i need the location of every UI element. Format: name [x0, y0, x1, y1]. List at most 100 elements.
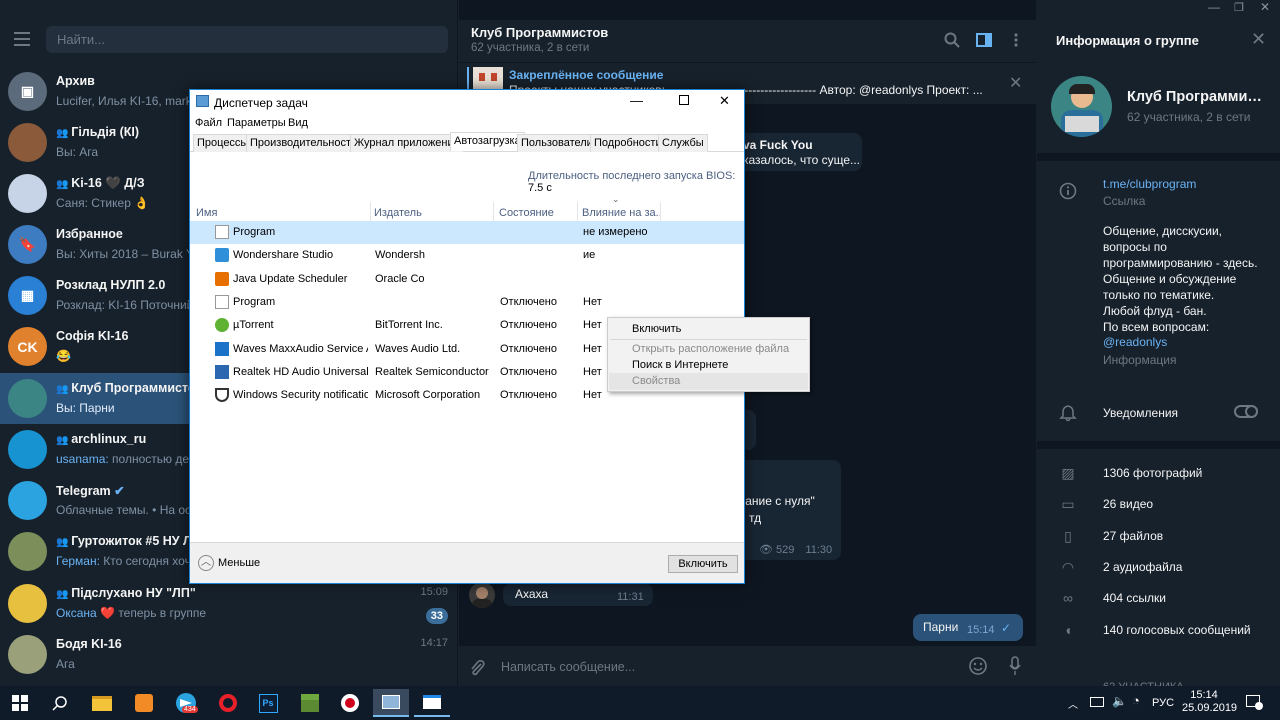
app-window-icon[interactable] [414, 689, 450, 717]
task-manager-titlebar[interactable]: Диспетчер задач — ✕ [190, 90, 744, 114]
telegram-icon[interactable]: 434 [168, 689, 204, 717]
media-item[interactable]: 2 аудиофайла [1103, 560, 1182, 574]
close-icon[interactable]: ✕ [1251, 29, 1266, 50]
search-input[interactable]: Найти... [46, 26, 448, 53]
emoji-icon[interactable] [969, 657, 987, 675]
opera-icon[interactable] [210, 689, 246, 717]
column-name[interactable]: Имя [193, 202, 371, 222]
message-bubble-outgoing[interactable]: Парни 15:14 ✓ [913, 614, 1023, 641]
chat-name: 👥 Гуртожиток #5 НУ ЛП [56, 534, 201, 548]
desktop: Найти... ▣ Архив Lucifer, Илья KI-16, mark… [0, 0, 1280, 720]
description-line: только по тематике. [1103, 288, 1215, 302]
startup-row[interactable]: Java Update Scheduler Oracle Co [190, 268, 744, 291]
group-name: Клуб Программистов [1127, 89, 1267, 105]
chevron-up-icon[interactable]: ︿ [1068, 696, 1078, 711]
media-item[interactable]: 27 файлов [1103, 529, 1163, 543]
message-bubble[interactable]: Ахаха 11:31 [503, 584, 653, 606]
cell-state: Отключено [500, 342, 557, 355]
avatar[interactable] [469, 582, 495, 608]
enable-button[interactable]: Включить [668, 555, 738, 573]
waves-icon [215, 341, 229, 356]
start-icon[interactable] [2, 689, 38, 717]
group-link[interactable]: t.me/clubprogram [1103, 177, 1196, 191]
menu-item[interactable]: Файл [195, 117, 222, 129]
media-item[interactable]: 1306 фотографий [1103, 466, 1202, 480]
tab-0[interactable]: Процессы [193, 134, 253, 152]
tab-1[interactable]: Производительность [246, 134, 361, 152]
search-icon[interactable] [42, 689, 78, 717]
wifi-icon[interactable]: ◔ [1132, 693, 1140, 708]
media-item[interactable]: 140 голосовых сообщений [1103, 623, 1251, 637]
message-bubble[interactable]: va Fuck You казалось, что суще... [729, 133, 862, 171]
chat-item[interactable]: Бодя KI-16 Ага 14:17 [0, 629, 457, 680]
attach-icon[interactable] [469, 658, 485, 676]
description-handle-link[interactable]: @readonlys [1103, 335, 1167, 349]
tab-2[interactable]: Журнал приложений [350, 134, 464, 152]
context-open-location[interactable]: Открыть расположение файла [632, 343, 789, 355]
window-controls: — ❐ ✕ [1200, 0, 1280, 20]
message-input[interactable]: Написать сообщение... [501, 660, 635, 674]
context-search-web[interactable]: Поиск в Интернете [632, 359, 728, 371]
media-item[interactable]: 404 ссылки [1103, 591, 1166, 605]
menu-item[interactable]: Вид [288, 117, 308, 129]
photo-icon: ▨ [1061, 465, 1075, 481]
maximize-icon[interactable]: ❐ [1234, 1, 1244, 14]
search-icon[interactable] [944, 32, 960, 48]
chat-last-message: Ага [56, 657, 75, 671]
tab-6[interactable]: Службы [658, 134, 708, 152]
column-status[interactable]: Состояние [496, 202, 578, 222]
file-explorer-icon[interactable] [84, 689, 120, 717]
minecraft-icon[interactable] [292, 689, 328, 717]
chevron-up-icon[interactable]: ︿ [198, 555, 214, 571]
close-window-icon[interactable]: ✕ [1260, 0, 1270, 14]
close-icon[interactable]: ✕ [719, 93, 730, 109]
context-enable[interactable]: Включить [632, 323, 681, 335]
notification-center-icon[interactable] [1246, 695, 1263, 710]
chat-title[interactable]: Клуб Программистов [471, 25, 608, 40]
chat-time: 15:09 [420, 586, 448, 598]
description-line: Общение и обсуждение [1103, 272, 1237, 286]
startup-row[interactable]: Wondershare Studio Wondersh ие [190, 244, 744, 267]
photoshop-icon[interactable]: Ps [250, 689, 286, 717]
close-icon[interactable]: ✕ [1009, 73, 1022, 93]
sublime-text-icon[interactable] [126, 689, 162, 717]
language-indicator[interactable]: РУС [1152, 697, 1174, 709]
startup-row[interactable]: Program не измерено [190, 221, 744, 244]
chat-last-message: Lucifer, Илья KI-16, mark s [56, 94, 202, 108]
chat-item[interactable]: 👥 Підслухано НУ "ЛП" Оксана ❤️ теперь в г… [0, 578, 457, 629]
doc-icon [215, 225, 229, 239]
cell-publisher: Wondersh [375, 249, 425, 262]
sidebar-toggle-icon[interactable] [976, 32, 992, 48]
group-avatar[interactable] [1051, 76, 1112, 137]
minimize-icon[interactable]: — [630, 93, 643, 108]
minimize-icon[interactable]: — [1208, 0, 1220, 14]
menu-item[interactable]: Параметры [227, 117, 286, 129]
message-time: 11:30 [805, 544, 833, 556]
column-publisher[interactable]: Издатель [371, 202, 494, 222]
microphone-icon[interactable] [1009, 656, 1021, 676]
task-manager-window: Диспетчер задач — ✕ Файл Параметры Вид Про… [189, 89, 810, 584]
fewer-details-link[interactable]: Меньше [218, 557, 260, 569]
battery-icon[interactable] [1090, 697, 1104, 707]
message-bubble[interactable]: вание с нуля" и тд 👁 529 11:30 [729, 460, 841, 560]
volume-icon[interactable]: 🔈 [1112, 694, 1127, 708]
menu-icon[interactable] [10, 28, 34, 52]
chat-last-message: Вы: Ага [56, 145, 99, 159]
record-icon[interactable] [332, 689, 368, 717]
tab-4[interactable]: Пользователи [517, 134, 597, 152]
cell-publisher: Realtek Semiconductor [375, 365, 489, 378]
more-icon[interactable] [1012, 32, 1020, 48]
chat-subtitle: 62 участника, 2 в сети [471, 42, 590, 54]
context-properties[interactable]: Свойства [632, 375, 680, 387]
clock[interactable]: 15:14 25.09.2019 [1182, 689, 1237, 715]
media-item[interactable]: 26 видео [1103, 497, 1153, 511]
startup-row[interactable]: Program Отключено Нет [190, 291, 744, 314]
cell-impact: не измерено [583, 226, 648, 238]
notifications-toggle[interactable] [1234, 405, 1258, 418]
group-icon: 👥 [56, 128, 72, 139]
maximize-icon[interactable] [679, 95, 689, 105]
tab-5[interactable]: Подробности [590, 134, 666, 152]
tab-3[interactable]: Автозагрузка [450, 132, 525, 151]
column-impact[interactable]: Влияние на за... [579, 202, 661, 222]
task-manager-taskbar-icon[interactable] [373, 689, 409, 717]
